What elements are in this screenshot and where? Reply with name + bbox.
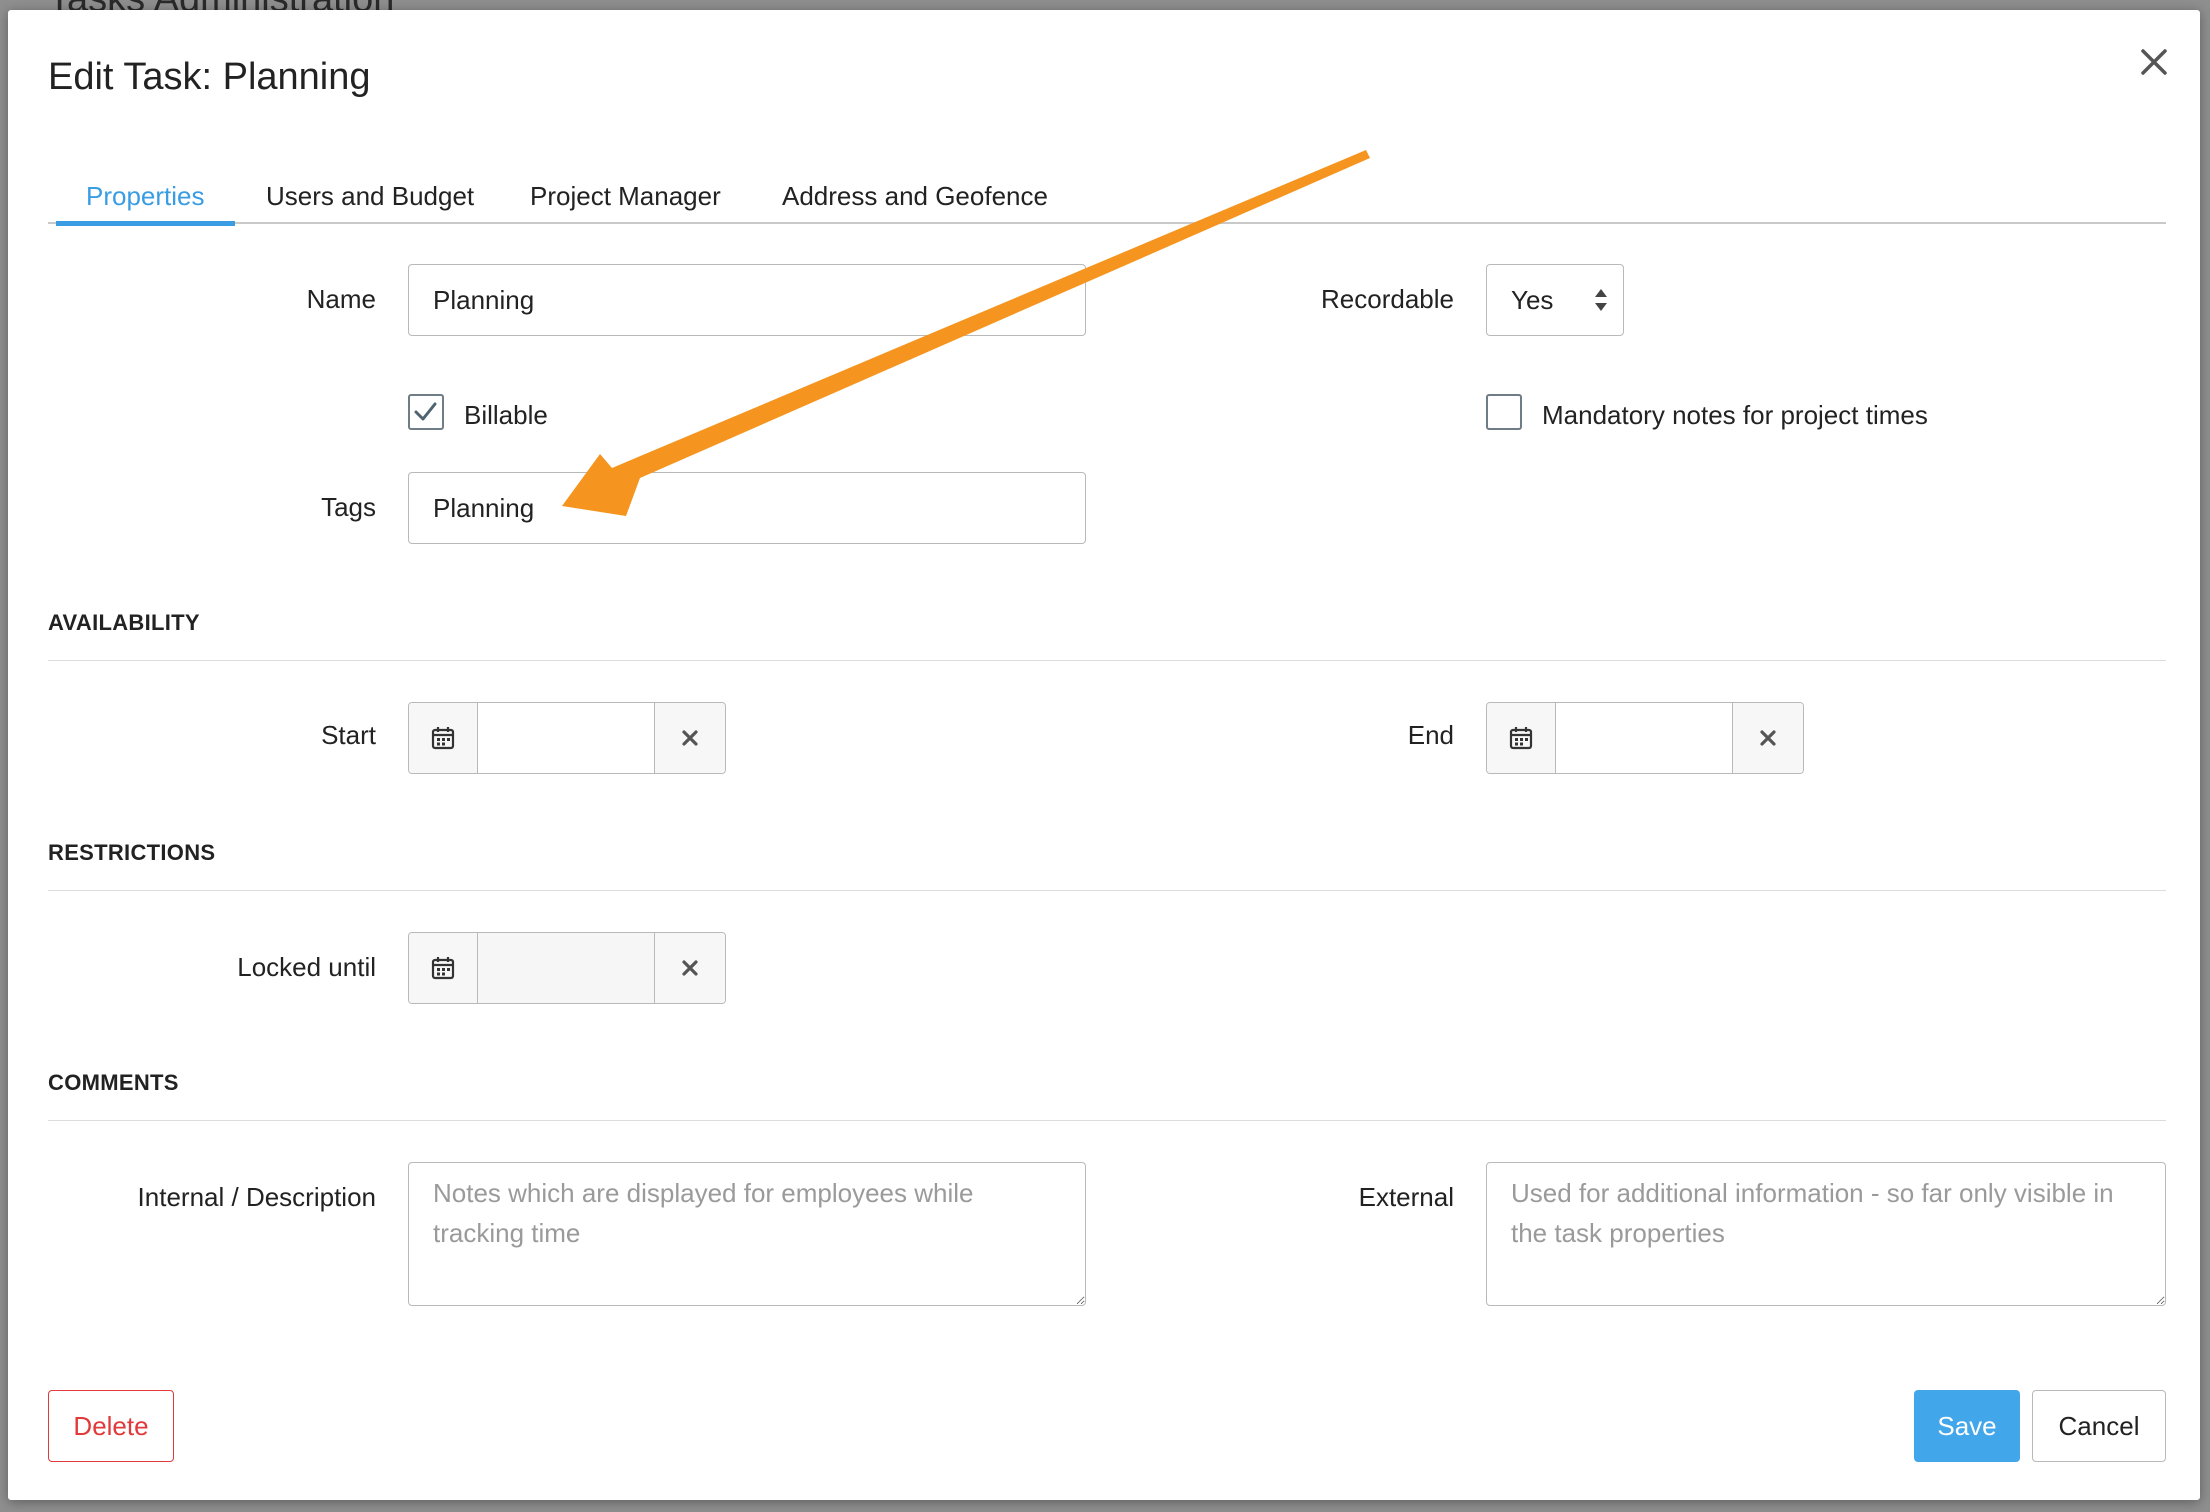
external-label: External xyxy=(1358,1182,1454,1212)
restrictions-divider xyxy=(48,890,2166,891)
locked-until-date-picker xyxy=(408,932,726,1004)
save-button[interactable]: Save xyxy=(1914,1390,2020,1462)
dialog-title: Edit Task: Planning xyxy=(48,56,371,98)
availability-section-title: AVAILABILITY xyxy=(48,610,200,635)
tab-address-and-geofence[interactable]: Address and Geofence xyxy=(782,158,1048,222)
end-label: End xyxy=(1407,720,1454,750)
tab-project-manager[interactable]: Project Manager xyxy=(530,158,721,222)
recordable-label: Recordable xyxy=(1321,284,1454,314)
external-textarea[interactable] xyxy=(1486,1162,2166,1306)
tab-bar: Properties Users and Budget Project Mana… xyxy=(48,158,2166,226)
recordable-value: Yes xyxy=(1511,285,1554,315)
locked-until-calendar-button[interactable] xyxy=(409,933,479,1003)
name-input[interactable] xyxy=(408,264,1086,336)
clear-icon xyxy=(682,960,698,976)
end-date-picker xyxy=(1486,702,1804,774)
mandatory-notes-checkbox[interactable] xyxy=(1486,394,1522,430)
tags-label: Tags xyxy=(321,492,376,522)
tab-properties[interactable]: Properties xyxy=(56,158,234,226)
comments-section-title: COMMENTS xyxy=(48,1070,179,1095)
calendar-icon xyxy=(1509,727,1533,750)
internal-description-textarea[interactable] xyxy=(408,1162,1086,1306)
name-label: Name xyxy=(306,284,376,314)
select-arrows-icon xyxy=(1595,289,1607,311)
locked-until-date-input[interactable] xyxy=(478,933,655,1003)
billable-label: Billable xyxy=(464,400,548,430)
start-clear-button[interactable] xyxy=(654,703,725,773)
edit-task-dialog: Edit Task: Planning Properties Users and… xyxy=(8,10,2200,1500)
checkmark-icon xyxy=(414,402,437,421)
close-button[interactable] xyxy=(2130,38,2178,86)
end-date-input[interactable] xyxy=(1556,703,1733,773)
restrictions-section-title: RESTRICTIONS xyxy=(48,840,216,865)
billable-checkbox[interactable] xyxy=(408,394,444,430)
clear-icon xyxy=(1760,730,1776,746)
close-icon xyxy=(2141,49,2167,75)
locked-until-clear-button[interactable] xyxy=(654,933,725,1003)
calendar-icon xyxy=(431,957,455,980)
start-label: Start xyxy=(321,720,376,750)
internal-description-label: Internal / Description xyxy=(137,1182,376,1212)
cancel-button[interactable]: Cancel xyxy=(2032,1390,2166,1462)
clear-icon xyxy=(682,730,698,746)
start-calendar-button[interactable] xyxy=(409,703,479,773)
delete-button[interactable]: Delete xyxy=(48,1390,174,1462)
comments-divider xyxy=(48,1120,2166,1121)
start-date-input[interactable] xyxy=(478,703,655,773)
start-date-picker xyxy=(408,702,726,774)
mandatory-notes-label: Mandatory notes for project times xyxy=(1542,400,1928,430)
tab-users-and-budget[interactable]: Users and Budget xyxy=(266,158,474,222)
recordable-select[interactable]: Yes xyxy=(1486,264,1624,336)
tags-input[interactable] xyxy=(408,472,1086,544)
locked-until-label: Locked until xyxy=(237,952,376,982)
end-calendar-button[interactable] xyxy=(1487,703,1557,773)
availability-divider xyxy=(48,660,2166,661)
calendar-icon xyxy=(431,727,455,750)
end-clear-button[interactable] xyxy=(1732,703,1803,773)
